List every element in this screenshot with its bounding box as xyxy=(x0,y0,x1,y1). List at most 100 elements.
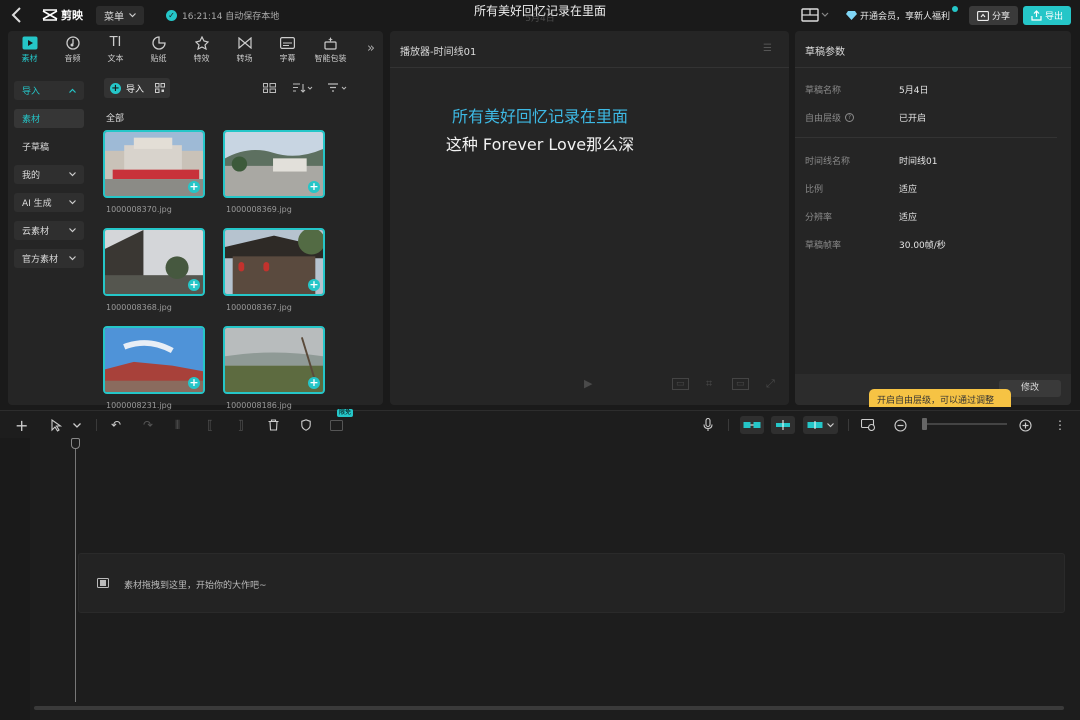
autosave-text: 16:21:14 自动保存本地 xyxy=(182,12,280,22)
sort-icon[interactable] xyxy=(292,83,314,93)
divider xyxy=(728,419,729,431)
chevron-down-icon xyxy=(69,200,76,205)
microphone-icon[interactable] xyxy=(703,418,713,432)
category-cloud[interactable]: 云素材 xyxy=(14,221,84,240)
timeline-toolbar: + ↶ ↷ ⫴ ⟦ ⟧ ⋮ xyxy=(0,410,1080,438)
ai-edit-icon[interactable] xyxy=(330,418,343,432)
caption-line-1[interactable]: 所有美好回忆记录在里面 xyxy=(390,103,690,127)
chevron-down-icon[interactable] xyxy=(73,418,81,432)
media-filename: 1000008367.jpg xyxy=(226,303,292,312)
add-to-timeline-icon[interactable]: + xyxy=(188,279,200,291)
tab-sticker[interactable]: 贴纸 xyxy=(137,31,180,67)
divider xyxy=(390,67,789,68)
play-icon[interactable]: ▶ xyxy=(584,377,592,390)
select-tool-icon[interactable] xyxy=(51,418,62,432)
help-icon[interactable]: ? xyxy=(845,113,855,122)
media-thumb[interactable]: + xyxy=(103,228,205,296)
back-arrow-icon[interactable] xyxy=(8,5,26,25)
redo-icon[interactable]: ↷ xyxy=(143,418,153,432)
linkage-toggle[interactable] xyxy=(771,416,795,434)
media-thumb[interactable]: + xyxy=(223,228,325,296)
split-left-icon[interactable]: ⟦ xyxy=(207,418,213,432)
playhead-line[interactable] xyxy=(75,444,76,702)
media-thumb[interactable]: + xyxy=(223,130,325,198)
menu-dropdown[interactable]: 菜单 xyxy=(96,6,144,25)
prop-label: 草稿帧率 xyxy=(805,241,842,251)
subtitle-icon xyxy=(280,35,296,51)
export-label: 导出 xyxy=(1044,12,1063,22)
transition-icon xyxy=(237,35,253,51)
preview-axis-toggle[interactable] xyxy=(803,416,838,434)
delete-icon[interactable] xyxy=(268,418,279,432)
menu-label: 菜单 xyxy=(104,12,124,23)
share-button[interactable]: 分享 xyxy=(969,6,1018,25)
qr-scan-icon[interactable] xyxy=(155,83,166,93)
player-panel: 播放器-时间线01 ☰ 所有美好回忆记录在里面 这种 Forever Love那… xyxy=(390,31,789,405)
tab-effects[interactable]: 特效 xyxy=(180,31,223,67)
add-track-icon[interactable]: + xyxy=(15,416,28,435)
shield-icon[interactable] xyxy=(301,418,311,432)
more-options-icon[interactable]: ⋮ xyxy=(1054,418,1066,432)
zoom-out-icon[interactable] xyxy=(894,418,907,432)
category-mine[interactable]: 我的 xyxy=(14,165,84,184)
grid-view-icon[interactable] xyxy=(263,83,276,93)
add-to-timeline-icon[interactable]: + xyxy=(308,181,320,193)
zoom-slider-handle[interactable] xyxy=(922,418,927,430)
divider xyxy=(795,137,1057,138)
media-thumb[interactable]: + xyxy=(103,326,205,394)
crop-icon[interactable]: ⌗ xyxy=(706,377,712,391)
category-official[interactable]: 官方素材 xyxy=(14,249,84,268)
playhead-handle[interactable] xyxy=(71,438,80,449)
player-title: 播放器-时间线01 xyxy=(400,47,477,58)
export-button[interactable]: 导出 xyxy=(1023,6,1071,25)
media-panel: 素材 音频 TI 文本 贴纸 特效 转场 字幕 智能包装 » 导入 素材 子草稿… xyxy=(8,31,383,410)
media-filename: 1000008186.jpg xyxy=(226,401,292,410)
fullscreen-icon[interactable]: ⤢ xyxy=(766,377,775,391)
import-button[interactable]: + 导入 xyxy=(104,78,170,98)
more-tabs-icon[interactable]: » xyxy=(367,41,375,56)
add-to-timeline-icon[interactable]: + xyxy=(188,181,200,193)
category-ai-label: AI 生成 xyxy=(22,199,52,209)
media-filename: 1000008369.jpg xyxy=(226,205,292,214)
add-to-timeline-icon[interactable]: + xyxy=(188,377,200,389)
tab-text[interactable]: TI 文本 xyxy=(94,31,137,67)
media-thumb[interactable]: + xyxy=(223,326,325,394)
split-right-icon[interactable]: ⟧ xyxy=(238,418,244,432)
add-to-timeline-icon[interactable]: + xyxy=(308,279,320,291)
capcut-logo-icon xyxy=(42,9,58,21)
undo-icon[interactable]: ↶ xyxy=(111,418,121,432)
section-all-label: 全部 xyxy=(106,114,125,124)
split-icon[interactable]: ⫴ xyxy=(175,418,180,432)
resolution-icon[interactable]: ▭ xyxy=(672,378,689,390)
vip-text: 开通会员，享新人福利 xyxy=(860,12,951,22)
category-media-label: 素材 xyxy=(22,115,41,125)
vip-promo-link[interactable]: 开通会员，享新人福利 xyxy=(846,6,959,25)
tab-audio[interactable]: 音频 xyxy=(51,31,94,67)
category-subdraft[interactable]: 子草稿 xyxy=(14,137,84,156)
tab-media[interactable]: 素材 xyxy=(8,31,51,67)
caption-line-2[interactable]: 这种 Forever Love那么深 xyxy=(390,131,690,155)
ratio-icon[interactable]: ▭ xyxy=(732,378,749,390)
preview-window-icon[interactable] xyxy=(861,418,876,432)
check-icon: ✓ xyxy=(166,10,177,21)
category-nav: 导入 素材 子草稿 我的 AI 生成 云素材 官方素材 xyxy=(14,81,86,277)
layout-switch-icon[interactable] xyxy=(801,7,831,23)
smart-pack-icon xyxy=(323,35,339,51)
tab-transition-label: 转场 xyxy=(236,53,253,63)
add-to-timeline-icon[interactable]: + xyxy=(308,377,320,389)
zoom-in-icon[interactable] xyxy=(1019,418,1032,432)
tab-smart-pack[interactable]: 智能包装 xyxy=(309,31,352,67)
horizontal-scrollbar[interactable] xyxy=(34,706,1064,710)
drop-hint-text: 素材拖拽到这里，开始你的大作吧~ xyxy=(124,581,267,591)
tab-transition[interactable]: 转场 xyxy=(223,31,266,67)
track-header-column xyxy=(0,438,30,720)
category-media[interactable]: 素材 xyxy=(14,109,84,128)
media-thumb[interactable]: + xyxy=(103,130,205,198)
category-ai[interactable]: AI 生成 xyxy=(14,193,84,212)
magnet-snap-toggle[interactable] xyxy=(740,416,764,434)
category-import[interactable]: 导入 xyxy=(14,81,84,100)
filter-icon[interactable] xyxy=(327,83,349,93)
player-menu-icon[interactable]: ☰ xyxy=(763,43,773,54)
zoom-slider-track[interactable] xyxy=(923,423,1007,425)
tab-subtitle[interactable]: 字幕 xyxy=(266,31,309,67)
